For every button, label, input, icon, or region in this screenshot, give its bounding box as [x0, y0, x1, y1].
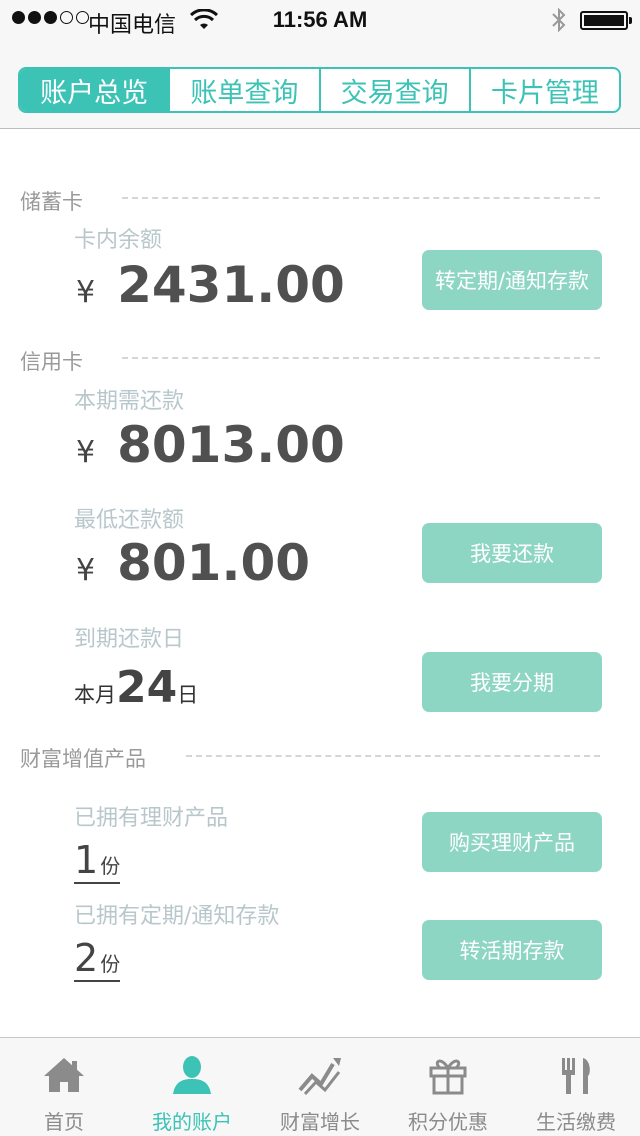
battery-icon — [580, 11, 632, 30]
owned-products-label: 已拥有理财产品 — [74, 806, 229, 831]
minimum-payment-amount: ¥ 801.00 — [76, 534, 310, 592]
currency-symbol: ¥ — [76, 275, 96, 310]
credit-section-title: 信用卡 — [20, 350, 83, 374]
owned-deposits-label: 已拥有定期/通知存款 — [74, 904, 280, 929]
statement-due-value: 8013.00 — [117, 416, 345, 474]
due-date-prefix: 本月 — [74, 683, 116, 707]
due-date: 本月 24 日 — [74, 662, 198, 713]
due-date-suffix: 日 — [177, 683, 199, 707]
header: 账户总览 账单查询 交易查询 卡片管理 — [0, 40, 640, 129]
balance-label: 卡内余额 — [74, 228, 163, 253]
minimum-payment-value: 801.00 — [117, 534, 311, 592]
credit-section-header: 信用卡 — [20, 346, 83, 376]
fork-knife-icon — [562, 1058, 590, 1094]
tabbar-label: 首页 — [44, 1110, 84, 1134]
tabbar-label: 积分优惠 — [408, 1110, 488, 1134]
owned-products-count[interactable]: 1 份 — [74, 838, 121, 884]
tabbar-item-my-account[interactable]: 我的账户 — [128, 1038, 256, 1136]
currency-symbol: ¥ — [76, 553, 96, 588]
tabbar-item-points-offers[interactable]: 积分优惠 — [384, 1038, 512, 1136]
balance-amount: ¥ 2431.00 — [76, 256, 345, 314]
owned-deposits-unit: 份 — [100, 952, 121, 976]
statement-due-amount: ¥ 8013.00 — [76, 416, 345, 474]
owned-deposits-number: 2 — [74, 936, 99, 980]
currency-symbol: ¥ — [76, 435, 96, 470]
growth-chart-icon — [298, 1058, 341, 1096]
section-divider — [186, 755, 600, 757]
convert-to-current-deposit-button[interactable]: 转活期存款 — [422, 920, 602, 980]
section-divider — [122, 357, 600, 359]
installment-button[interactable]: 我要分期 — [422, 652, 602, 712]
tabbar-label: 财富增长 — [280, 1110, 360, 1134]
section-divider — [122, 197, 600, 199]
repay-button[interactable]: 我要还款 — [422, 523, 602, 583]
statement-due-label: 本期需还款 — [74, 389, 185, 414]
tabbar-label: 生活缴费 — [536, 1110, 616, 1134]
savings-section-title: 储蓄卡 — [20, 190, 83, 214]
wealth-section-header: 财富增值产品 — [20, 743, 146, 773]
convert-to-fixed-deposit-button[interactable]: 转定期/通知存款 — [422, 250, 602, 310]
owned-products-number: 1 — [74, 838, 99, 882]
due-date-label: 到期还款日 — [74, 627, 185, 652]
account-tabs: 账户总览 账单查询 交易查询 卡片管理 — [18, 67, 621, 113]
owned-deposits-count[interactable]: 2 份 — [74, 936, 121, 982]
tab-account-overview[interactable]: 账户总览 — [20, 69, 169, 111]
tab-transaction-query[interactable]: 交易查询 — [318, 69, 469, 111]
buy-wealth-product-button[interactable]: 购买理财产品 — [422, 812, 602, 872]
due-date-day: 24 — [116, 662, 178, 713]
tab-card-management[interactable]: 卡片管理 — [468, 69, 619, 111]
bottom-tab-bar: 首页 我的账户 财富增长 积分优惠 生活缴费 — [0, 1037, 640, 1136]
balance-value: 2431.00 — [117, 256, 345, 314]
tabbar-item-wealth-growth[interactable]: 财富增长 — [256, 1038, 384, 1136]
clock: 11:56 AM — [272, 7, 368, 32]
owned-products-unit: 份 — [100, 854, 121, 878]
tab-bill-query[interactable]: 账单查询 — [168, 69, 318, 111]
home-icon — [44, 1058, 84, 1092]
minimum-payment-label: 最低还款额 — [74, 508, 185, 533]
tabbar-label: 我的账户 — [152, 1110, 232, 1134]
gift-icon — [429, 1059, 467, 1095]
wealth-section-title: 财富增值产品 — [20, 747, 146, 771]
tabbar-item-home[interactable]: 首页 — [0, 1038, 128, 1136]
user-icon — [173, 1056, 211, 1094]
savings-section-header: 储蓄卡 — [20, 186, 83, 216]
bluetooth-icon — [550, 7, 568, 37]
tabbar-item-utility-payment[interactable]: 生活缴费 — [512, 1038, 640, 1136]
status-bar: 中国电信 11:56 AM — [0, 0, 640, 40]
